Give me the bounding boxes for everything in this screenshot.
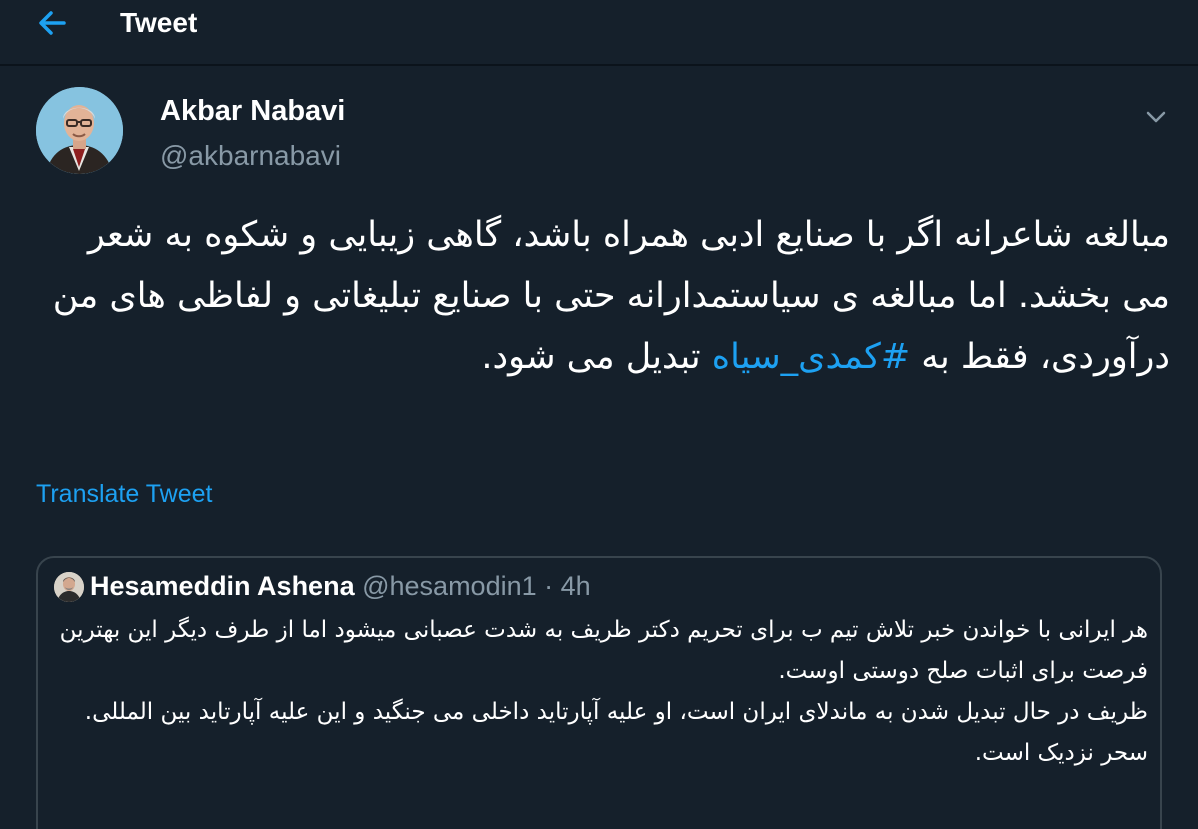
quoted-author-name[interactable]: Hesameddin Ashena <box>90 571 355 601</box>
quoted-tweet-time[interactable]: 4h <box>561 571 591 601</box>
quoted-tweet-header: Hesameddin Ashena @hesamodin1 · 4h <box>90 568 591 604</box>
quoted-text-line: ظریف در حال تبدیل شدن به ماندلای ایران ا… <box>84 699 1148 725</box>
top-bar: Tweet <box>0 0 1198 66</box>
tweet-text: مبالغه شاعرانه اگر با صنایع ادبی همراه ب… <box>30 205 1170 388</box>
author-handle[interactable]: @akbarnabavi <box>160 137 341 175</box>
quoted-text-line: هر ایرانی با خواندن خبر تلاش تیم ب برای … <box>59 617 1148 684</box>
quoted-tweet-card[interactable]: Hesameddin Ashena @hesamodin1 · 4h هر ای… <box>36 556 1162 829</box>
quoted-author-handle[interactable]: @hesamodin1 <box>362 571 537 601</box>
translate-tweet-link[interactable]: Translate Tweet <box>36 478 212 510</box>
tweet-page: Tweet Akbar Nabavi @akbarnabavi مبالغه ش… <box>0 0 1198 829</box>
page-title: Tweet <box>120 7 198 38</box>
quoted-author-avatar[interactable] <box>54 572 84 602</box>
avatar-image <box>36 87 123 174</box>
back-button[interactable] <box>30 4 78 44</box>
quoted-text-line: سحر نزدیک است. <box>974 740 1148 766</box>
author-name[interactable]: Akbar Nabavi <box>160 92 345 130</box>
quoted-tweet-text: هر ایرانی با خواندن خبر تلاش تیم ب برای … <box>58 610 1148 774</box>
hashtag-link[interactable]: #کمدی_سیاه <box>712 337 910 377</box>
meta-separator: · <box>544 571 554 601</box>
tweet-text-part: تبدیل می شود. <box>481 337 712 377</box>
arrow-left-icon <box>39 11 66 35</box>
quoted-avatar-image <box>54 572 84 602</box>
more-options-button[interactable] <box>1140 104 1172 130</box>
chevron-down-icon <box>1146 111 1166 123</box>
author-avatar[interactable] <box>36 87 123 174</box>
